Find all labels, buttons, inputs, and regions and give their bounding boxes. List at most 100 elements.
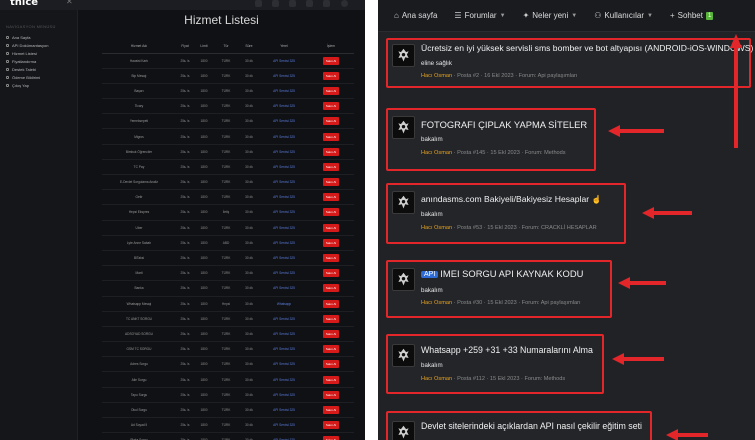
buy-button[interactable]: Satın Al [322, 223, 340, 232]
service-name-cell: Whatsapp Mesajı [102, 296, 176, 312]
sidebar-item-ana-sayfa[interactable]: Ana Sayfa [0, 33, 77, 41]
api-link-cell[interactable]: API Servisi 325 [260, 83, 308, 100]
buy-button[interactable]: Satın Al [322, 117, 340, 126]
sidebar-item-hizmet-listesi[interactable]: Hizmet Listesi [0, 49, 77, 57]
nav-chat[interactable]: + Sohbet 1 [670, 11, 714, 20]
api-link-cell[interactable]: API Servisi 325 [260, 417, 308, 434]
sidebar-item-api-docs[interactable]: API Dokümantasyon [0, 41, 77, 49]
buy-button[interactable]: Satın Al [322, 360, 340, 369]
sidebar-item-odeme[interactable]: Ödeme Bildirimi [0, 73, 77, 81]
api-link-cell[interactable]: API Servisi 325 [260, 53, 308, 69]
api-link-cell[interactable]: API Servisi 325 [260, 128, 308, 145]
nav-whats-new[interactable]: ✦ Neler yeni ▼ [523, 11, 578, 20]
api-link-cell[interactable]: API Servisi 325 [260, 113, 308, 130]
column-header: İşlem [308, 40, 354, 54]
service-name-cell: Ad Soyad İl [102, 417, 176, 434]
nav-forums[interactable]: ☰ Forumlar ▼ [454, 11, 505, 20]
table-cell: 25₺ /s [176, 204, 194, 221]
api-link-cell[interactable]: API Servisi 325 [260, 341, 308, 358]
api-link-cell[interactable]: API Servisi 325 [260, 204, 308, 221]
api-link-cell[interactable]: API Servisi 325 [260, 311, 308, 327]
api-link-cell[interactable]: API Servisi 325 [260, 326, 308, 343]
buy-button[interactable]: Satın Al [322, 178, 340, 187]
post-snippet: bakalım [421, 362, 443, 369]
table-cell: 1800 [194, 113, 214, 130]
moon-icon[interactable] [306, 0, 313, 7]
table-cell: TÜRK [214, 53, 238, 69]
buy-button[interactable]: Satın Al [322, 254, 340, 263]
buy-button[interactable]: Satın Al [322, 421, 340, 430]
post-title[interactable]: Whatsapp +259 +31 +33 Numaralarını Alma [421, 345, 593, 355]
buy-button[interactable]: Satın Al [322, 284, 340, 293]
api-link-cell[interactable]: API Servisi 325 [260, 432, 308, 440]
api-link-cell[interactable]: API Servisi 325 [260, 189, 308, 206]
buy-button[interactable]: Satın Al [322, 132, 340, 141]
buy-button[interactable]: Satın Al [322, 238, 340, 247]
api-link-cell[interactable]: API Servisi 325 [260, 144, 308, 160]
api-link-cell[interactable]: API Servisi 325 [260, 387, 308, 403]
post-author[interactable]: Hacı Osman [421, 73, 452, 79]
api-link-cell[interactable]: API Servisi 325 [260, 356, 308, 373]
search-result-post[interactable]: Ücretsiz en iyi yüksek servisli sms bomb… [386, 38, 753, 88]
search-result-post[interactable]: Devlet sitelerindeki açıklardan API nası… [386, 411, 652, 440]
search-result-post[interactable]: anındasms.com Bakiyeli/Bakiyesiz Hesapla… [386, 183, 626, 244]
sidebar-item-destek[interactable]: Destek Talebi [0, 65, 77, 73]
post-author[interactable]: Hacı Osman [421, 225, 452, 231]
api-link-cell[interactable]: API Servisi 325 [260, 174, 308, 191]
nav-users[interactable]: ⚇ Kullanıcılar ▼ [594, 11, 653, 20]
buy-button[interactable]: Satın Al [322, 329, 340, 338]
service-name-cell: E-Devlet Sorgulama Analiz [102, 174, 176, 191]
buy-button[interactable]: Satın Al [322, 345, 340, 354]
api-link-cell[interactable]: API Servisi 325 [260, 280, 308, 297]
api-link-cell[interactable]: API Servisi 325 [260, 68, 308, 84]
post-title[interactable]: API IMEI SORGU API KAYNAK KODU [421, 268, 583, 279]
buy-button[interactable]: Satın Al [322, 299, 340, 308]
buy-button[interactable]: Satın Al [322, 147, 340, 156]
post-author[interactable]: Hacı Osman [421, 376, 452, 382]
api-link-cell[interactable]: API Servisi 325 [260, 371, 308, 388]
buy-button[interactable]: Satın Al [322, 436, 340, 440]
post-title[interactable]: anındasms.com Bakiyeli/Bakiyesiz Hesapla… [421, 194, 601, 204]
post-title[interactable]: FOTOGRAFI ÇIPLAK YAPMA SİTELER [421, 119, 587, 130]
buy-button[interactable]: Satın Al [322, 269, 340, 278]
user-avatar-icon[interactable] [341, 0, 348, 7]
post-author[interactable]: Hacı Osman [421, 300, 452, 306]
settings-icon[interactable] [289, 0, 296, 7]
avatar [392, 344, 415, 367]
api-link-cell[interactable]: API Servisi 325 [260, 98, 308, 115]
buy-button[interactable]: Satın Al [322, 208, 340, 217]
buy-button[interactable]: Satın Al [322, 314, 340, 323]
api-link-cell[interactable]: API Servisi 325 [260, 220, 308, 236]
search-icon[interactable] [323, 0, 330, 7]
buy-button[interactable]: Satın Al [322, 193, 340, 202]
flag-icon[interactable] [272, 0, 279, 7]
buy-button[interactable]: Satın Al [322, 71, 340, 80]
table-cell: 1800 [194, 402, 214, 419]
buy-button[interactable]: Satın Al [322, 162, 340, 171]
buy-button[interactable]: Satın Al [322, 86, 340, 95]
nav-home[interactable]: ⌂ Ana sayfa [394, 11, 437, 20]
api-link-cell[interactable]: API Servisi 325 [260, 159, 308, 176]
post-title[interactable]: Ücretsiz en iyi yüksek servisli sms bomb… [421, 43, 753, 53]
api-link-cell[interactable]: API Servisi 325 [260, 265, 308, 282]
buy-button[interactable]: Satın Al [322, 405, 340, 414]
page-title: Hizmet Listesi [184, 13, 259, 27]
search-result-post[interactable]: FOTOGRAFI ÇIPLAK YAPMA SİTELER bakalım H… [386, 108, 596, 171]
api-link-cell[interactable]: Whatsapp [260, 296, 308, 312]
api-link-cell[interactable]: API Servisi 325 [260, 235, 308, 251]
search-result-post[interactable]: API IMEI SORGU API KAYNAK KODU bakalım Ha… [386, 260, 612, 318]
sidebar-item-fiyatlandirma[interactable]: Fiyatlandırma [0, 57, 77, 65]
api-link-cell[interactable]: API Servisi 325 [260, 250, 308, 267]
buy-button[interactable]: Satın Al [322, 375, 340, 384]
notification-icon[interactable] [255, 0, 262, 7]
search-result-post[interactable]: Whatsapp +259 +31 +33 Numaralarını Alma … [386, 334, 604, 394]
api-link-cell[interactable]: API Servisi 325 [260, 402, 308, 419]
post-title[interactable]: Devlet sitelerindeki açıklardan API nası… [421, 421, 642, 431]
table-cell: TÜRK [214, 326, 238, 343]
buy-button[interactable]: Satın Al [322, 102, 340, 111]
sidebar-item-cikis[interactable]: Çıkış Yap [0, 81, 77, 89]
close-icon[interactable]: ✕ [66, 0, 73, 6]
buy-button[interactable]: Satın Al [322, 390, 340, 399]
buy-button[interactable]: Satın Al [322, 56, 340, 65]
post-author[interactable]: Hacı Osman [421, 150, 452, 156]
